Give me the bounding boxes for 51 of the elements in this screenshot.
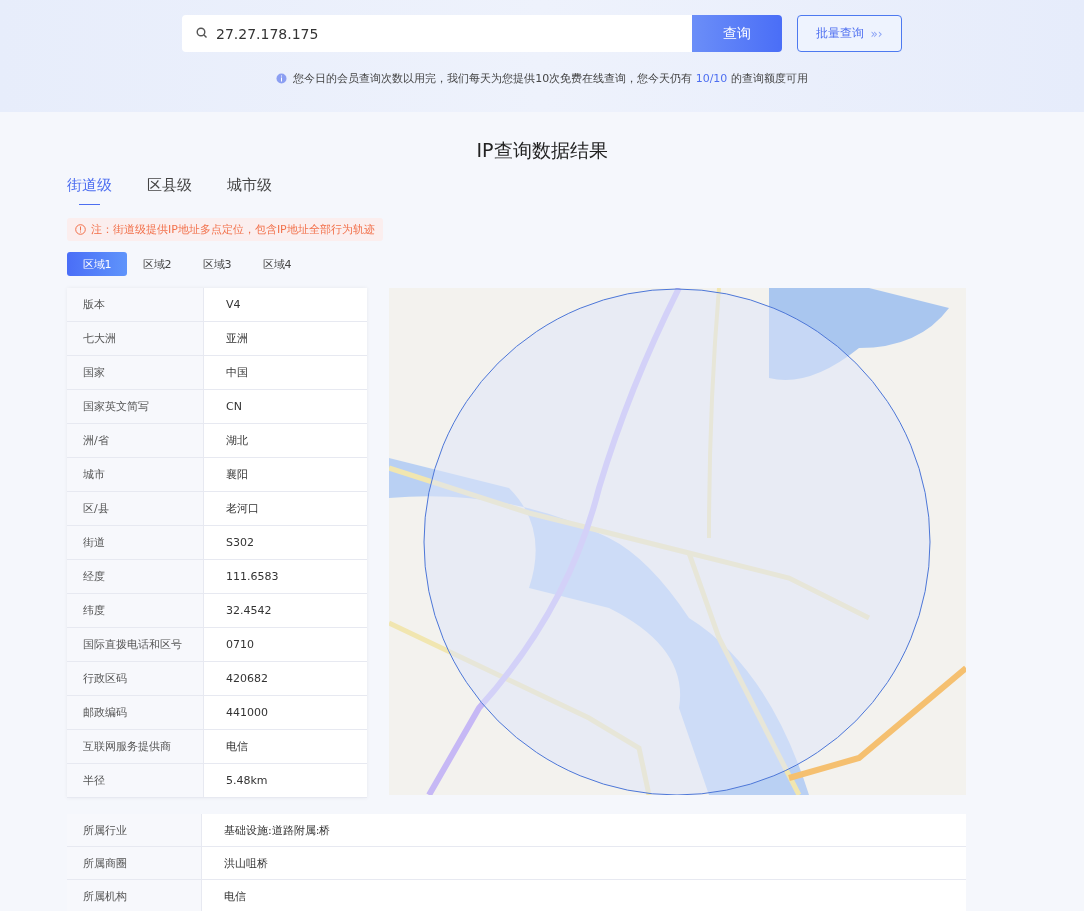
- field-value: 洪山咀桥: [201, 846, 966, 880]
- field-value: 111.6583: [203, 559, 367, 594]
- notice-text: 您今日的会员查询次数以用完，我们每天为您提供10次免费在线查询，您今天仍有 10/10 的查询额度可用: [293, 71, 808, 86]
- field-label: 所属行业: [67, 814, 202, 847]
- field-value: CN: [203, 389, 367, 424]
- info-icon: [276, 73, 288, 84]
- field-value: 湖北: [203, 423, 367, 458]
- field-value: 基础设施:道路附属:桥: [201, 814, 966, 847]
- field-label: 洲/省: [67, 423, 204, 458]
- field-label: 街道: [67, 525, 204, 560]
- field-label: 所属商圈: [67, 846, 202, 880]
- field-label: 国际直拨电话和区号: [67, 627, 204, 662]
- field-value: 襄阳: [203, 457, 367, 492]
- field-value: 电信: [201, 879, 966, 911]
- field-label: 邮政编码: [67, 695, 204, 730]
- field-value: S302: [203, 525, 367, 560]
- field-label: 半径: [67, 763, 204, 798]
- field-label: 所属机构: [67, 879, 202, 911]
- level-tab[interactable]: 街道级: [67, 176, 112, 205]
- field-label: 七大洲: [67, 321, 204, 356]
- field-value: 420682: [203, 661, 367, 696]
- search-field[interactable]: 27.27.178.175: [182, 15, 692, 52]
- region-tab[interactable]: 区域2: [127, 252, 187, 276]
- field-value: 441000: [203, 695, 367, 730]
- map-drawing[interactable]: [389, 288, 966, 795]
- field-label: 互联网服务提供商: [67, 729, 204, 764]
- field-label: 纬度: [67, 593, 204, 628]
- field-value: V4: [203, 288, 367, 322]
- field-value: 电信: [203, 729, 367, 764]
- field-label: 国家: [67, 355, 204, 390]
- field-value: 0710: [203, 627, 367, 662]
- field-value: 32.4542: [203, 593, 367, 628]
- field-label: 经度: [67, 559, 204, 594]
- field-value: 中国: [203, 355, 367, 390]
- results-title: IP查询数据结果: [475, 138, 609, 163]
- field-label: 国家英文简写: [67, 389, 204, 424]
- level-tab[interactable]: 区县级: [147, 176, 192, 205]
- region-tab[interactable]: 区域3: [187, 252, 247, 276]
- region-tab[interactable]: 区域4: [247, 252, 307, 276]
- batch-query-button[interactable]: 批量查询 »›: [797, 15, 902, 52]
- field-label: 城市: [67, 457, 204, 492]
- info-icon: [75, 224, 86, 235]
- level-tab[interactable]: 城市级: [227, 176, 272, 205]
- search-button[interactable]: 查询: [692, 15, 782, 52]
- field-value: 亚洲: [203, 321, 367, 356]
- field-value: 老河口: [203, 491, 367, 526]
- field-value: 5.48km: [203, 763, 367, 798]
- note-text: 注：街道级提供IP地址多点定位，包含IP地址全部行为轨迹: [91, 222, 375, 237]
- field-label: 版本: [67, 288, 204, 322]
- field-label: 行政区码: [67, 661, 204, 696]
- field-label: 区/县: [67, 491, 204, 526]
